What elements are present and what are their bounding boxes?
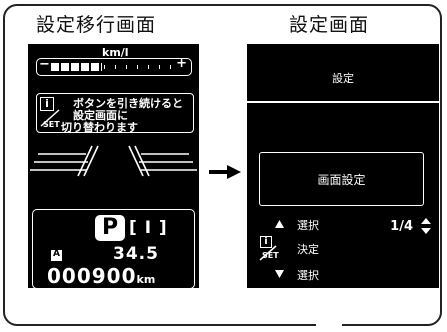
auto-icon: A [51, 249, 62, 261]
message-line-3: 切り替わります [61, 121, 138, 134]
odometer: 000900km [47, 264, 155, 288]
settings-transition-screen: km/l − + i SET ボタンを引き続けると 設定画面に 切り替わります [28, 44, 199, 288]
trip-distance: 34.5 [113, 244, 159, 264]
menu-item-label: 画面設定 [317, 173, 366, 187]
menu-item-screen-settings[interactable]: 画面設定 [259, 152, 424, 206]
gauge-ticks [104, 65, 179, 69]
settings-header: 設定 [332, 72, 354, 85]
triangle-up-icon [275, 220, 284, 228]
left-panel-title: 設定移行画面 [36, 14, 157, 36]
select-up-label: 選択 [297, 219, 319, 232]
header-divider [247, 101, 439, 103]
select-down-label: 選択 [297, 269, 319, 282]
odometer-value: 000900 [47, 264, 137, 288]
frame-notch [316, 320, 342, 328]
odometer-unit: km [136, 273, 156, 286]
settings-screen: 設定 画面設定 選択 1/4 i SET 決定 選択 [247, 44, 439, 288]
gauge-minus-icon: − [39, 57, 50, 72]
right-panel-title: 設定画面 [289, 14, 370, 36]
set-label: SET [262, 251, 279, 260]
right-arrow-icon [209, 165, 241, 179]
gauge-fill [51, 63, 102, 71]
gauge-plus-icon: + [176, 56, 187, 71]
up-down-arrows-icon [421, 218, 431, 234]
gear-indicator: P [95, 215, 125, 241]
confirm-label: 決定 [297, 243, 319, 256]
set-label: SET [43, 120, 60, 129]
fuel-economy-gauge: − + [36, 56, 192, 76]
gear-suffix: [ I ] [129, 218, 168, 238]
triangle-down-icon [275, 270, 284, 278]
lane-lines-graphic [30, 145, 197, 177]
drive-info-panel: P [ I ] A 34.5 000900km [32, 209, 195, 288]
auto-icon-letter: A [53, 249, 60, 259]
gear-letter: P [101, 215, 119, 240]
page-indicator: 1/4 [390, 219, 413, 234]
hold-button-message: i SET ボタンを引き続けると 設定画面に 切り替わります [36, 93, 194, 134]
